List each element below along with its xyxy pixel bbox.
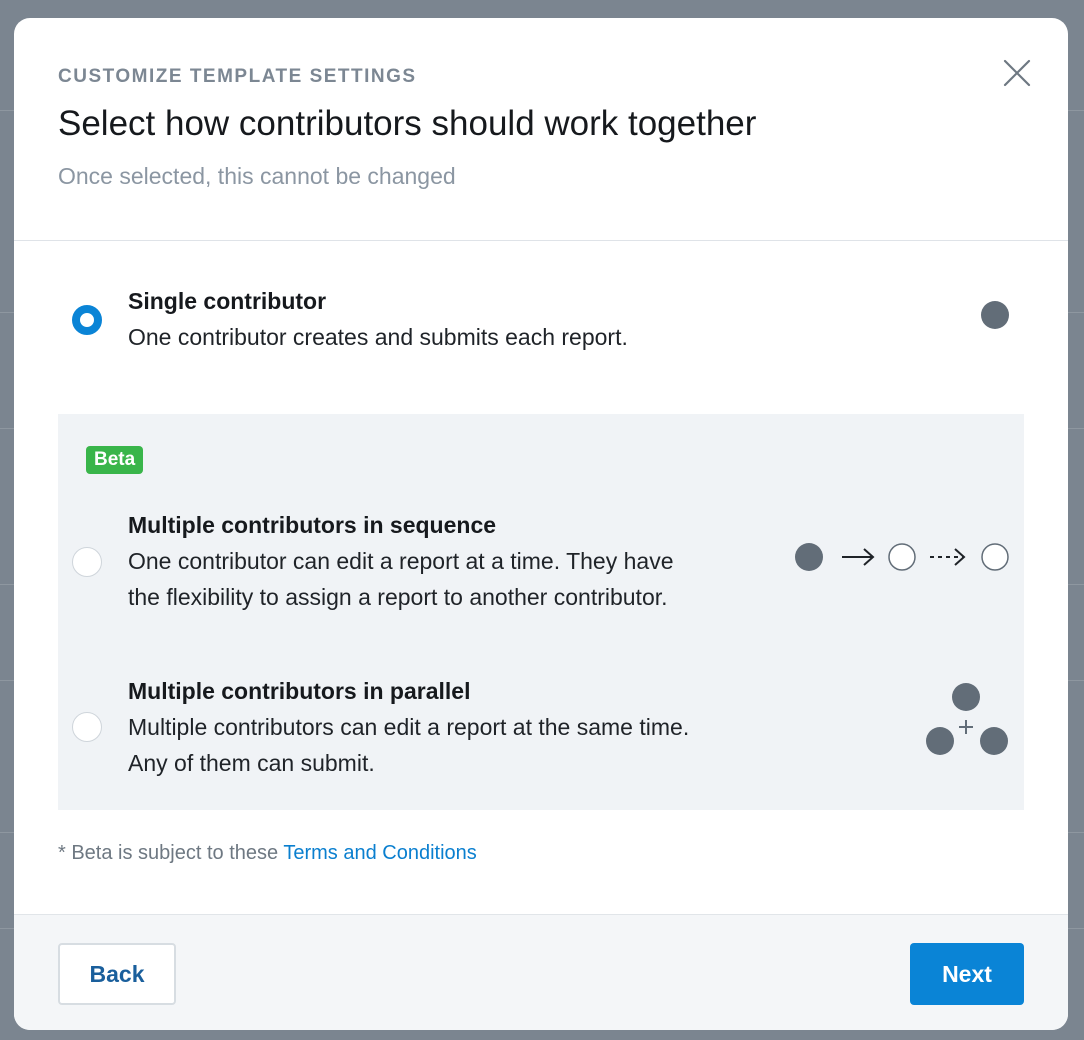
terms-link[interactable]: Terms and Conditions [283,842,476,864]
option-title: Single contributor [128,288,327,314]
option-description-line: the flexibility to assign a report to an… [128,584,668,610]
option-title: Multiple contributors in sequence [128,512,497,538]
option-description-line: Any of them can submit. [128,750,375,776]
footnote-text: * Beta is subject to these [58,842,279,864]
radio-single-contributor[interactable] [72,305,102,335]
modal-subtitle: Once selected, this cannot be changed [58,163,456,189]
customize-template-modal: CUSTOMIZE TEMPLATE SETTINGS Select how c… [14,18,1068,1030]
beta-options-panel: Beta Multiple contributors in sequence O… [58,414,1024,810]
modal-eyebrow: CUSTOMIZE TEMPLATE SETTINGS [58,66,417,87]
single-dot-icon [981,301,1009,329]
close-icon [1003,59,1031,87]
modal-title: Select how contributors should work toge… [58,104,757,143]
sequence-icon [795,543,1009,571]
option-description: Multiple contributors can edit a report … [128,709,689,781]
radio-parallel[interactable] [72,712,102,742]
modal-footer: Back Next [14,914,1068,1030]
modal-header: CUSTOMIZE TEMPLATE SETTINGS Select how c… [14,18,1068,241]
close-button[interactable] [996,52,1038,94]
back-button[interactable]: Back [58,943,176,1005]
radio-sequence[interactable] [72,547,102,577]
option-title: Multiple contributors in parallel [128,678,471,704]
option-description-line: One contributor can edit a report at a t… [128,548,674,574]
option-description: One contributor creates and submits each… [128,324,628,350]
option-description: One contributor can edit a report at a t… [128,543,674,615]
beta-footnote: * Beta is subject to these Terms and Con… [58,842,477,865]
next-button[interactable]: Next [910,943,1024,1005]
option-description-line: Multiple contributors can edit a report … [128,714,690,740]
beta-badge: Beta [86,446,144,474]
parallel-icon [926,683,1008,755]
